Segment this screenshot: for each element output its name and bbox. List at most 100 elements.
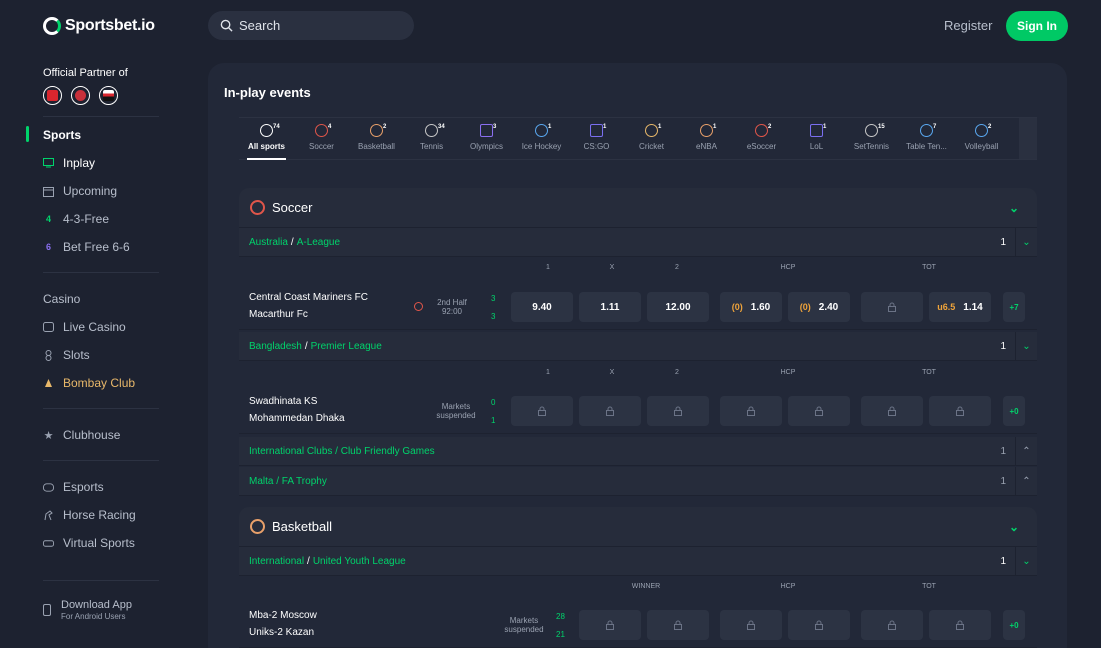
sao-paulo-badge-icon[interactable]	[99, 86, 118, 105]
tab-count: 2	[768, 124, 772, 130]
league-name-link[interactable]: Premier League	[311, 341, 382, 352]
tab-soccer[interactable]: 4 Soccer	[294, 118, 349, 159]
league-region-link[interactable]: Bangladesh	[249, 341, 302, 352]
sportsbet-logo[interactable]: Sportsbet.io	[43, 17, 155, 35]
hcp-odds-home[interactable]: (0) 1.60	[720, 292, 782, 322]
tab-csgo[interactable]: 1 CS:GO	[569, 118, 624, 159]
search-input[interactable]: Search	[208, 11, 414, 40]
sidebar-item-label: Esports	[63, 480, 104, 494]
tab-enba[interactable]: 1 eNBA	[679, 118, 734, 159]
tab-ice-hockey[interactable]: 1 Ice Hockey	[514, 118, 569, 159]
league-region-link[interactable]: International Clubs / Club Friendly Game…	[249, 446, 435, 457]
chevron-down-icon[interactable]: ⌄	[1015, 228, 1037, 256]
event-row[interactable]: Mba-2 Moscow Uniks-2 Kazan Markets suspen…	[239, 602, 1037, 648]
more-markets-button[interactable]: +0	[1003, 610, 1025, 640]
sidebar-item-live-casino[interactable]: Live Casino	[43, 320, 126, 334]
tab-settennis[interactable]: 15 SetTennis	[844, 118, 899, 159]
tab-label: Soccer	[309, 142, 334, 151]
tot-line: u6.5	[937, 302, 956, 312]
sidebar-casino-heading[interactable]: Casino	[43, 292, 80, 306]
chevron-up-icon[interactable]: ⌃	[1015, 437, 1037, 465]
sidebar-item-inplay[interactable]: Inplay	[43, 156, 95, 170]
sign-in-button[interactable]: Sign In	[1006, 11, 1068, 41]
odds-button-locked	[511, 396, 573, 426]
market-header: 2	[675, 369, 679, 376]
more-markets-button[interactable]: +0	[1003, 396, 1025, 426]
tab-table-tennis[interactable]: 7 Table Ten...	[899, 118, 954, 159]
away-team: Uniks-2 Kazan	[249, 627, 315, 638]
event-row[interactable]: Central Coast Mariners FC Macarthur Fc 2…	[239, 284, 1037, 330]
tab-cricket[interactable]: 1 Cricket	[624, 118, 679, 159]
sidebar-item-4-3-free[interactable]: 4 4-3-Free	[43, 212, 109, 226]
away-team: Mohammedan Dhaka	[249, 413, 345, 424]
download-app-link[interactable]: Download App For Android Users	[43, 599, 132, 621]
lock-icon	[674, 620, 682, 630]
more-markets-button[interactable]: +7	[1003, 292, 1025, 322]
six-icon: 6	[45, 242, 51, 252]
league-name-link[interactable]: A-League	[297, 237, 340, 248]
tab-lol[interactable]: 1 LoL	[789, 118, 844, 159]
sidebar-item-virtual-sports[interactable]: Virtual Sports	[43, 536, 135, 550]
lock-icon	[606, 406, 614, 416]
basketball-section: Basketball ⌄	[239, 507, 1037, 547]
section-title: Basketball	[272, 519, 332, 534]
league-region-link[interactable]: International	[249, 556, 304, 567]
register-link[interactable]: Register	[944, 18, 992, 33]
tab-tennis[interactable]: 34 Tennis	[404, 118, 459, 159]
arsenal-badge-icon[interactable]	[43, 86, 62, 105]
soccer-section-header[interactable]: Soccer ⌄	[239, 188, 1037, 228]
tab-volleyball[interactable]: 2 Volleyball	[954, 118, 1009, 159]
basketball-section-header[interactable]: Basketball ⌄	[239, 507, 1037, 547]
chevron-down-icon[interactable]: ⌄	[1009, 201, 1019, 215]
sidebar-item-clubhouse[interactable]: ★ Clubhouse	[43, 428, 121, 442]
tab-all-sports[interactable]: 74 All sports	[239, 118, 294, 160]
sidebar-item-upcoming[interactable]: Upcoming	[43, 184, 117, 198]
odds-button-x[interactable]: 1.11	[579, 292, 641, 322]
horse-icon	[43, 509, 54, 521]
league-region-link[interactable]: Australia	[249, 237, 288, 248]
tot-under-odds[interactable]: u6.5 1.14	[929, 292, 991, 322]
home-team: Swadhinata KS	[249, 396, 318, 407]
tab-olympics[interactable]: 3 Olympics	[459, 118, 514, 159]
league-name-link[interactable]: United Youth League	[313, 556, 406, 567]
lock-icon	[888, 406, 896, 416]
market-header: TOT	[922, 264, 936, 271]
tab-esoccer[interactable]: 2 eSoccer	[734, 118, 789, 159]
southampton-badge-icon[interactable]	[71, 86, 90, 105]
tab-count: 4	[328, 124, 332, 130]
chevron-down-icon[interactable]: ⌄	[1009, 520, 1019, 534]
basketball-icon	[370, 124, 383, 137]
event-row[interactable]: Swadhinata KS Mohammedan Dhaka Markets su…	[239, 388, 1037, 434]
star-icon: ★	[43, 429, 54, 442]
chevron-down-icon[interactable]: ⌄	[1015, 547, 1037, 575]
sidebar-sports-heading[interactable]: Sports	[43, 128, 81, 142]
league-region-link[interactable]: Malta / FA Trophy	[249, 476, 327, 487]
league-row[interactable]: Australia / A-League 1 ⌄	[239, 228, 1037, 257]
league-row[interactable]: Malta / FA Trophy 1 ⌃	[239, 467, 1037, 496]
market-header: HCP	[780, 369, 796, 376]
sidebar-item-label: Clubhouse	[63, 428, 121, 442]
lock-icon	[888, 620, 896, 630]
league-row[interactable]: International Clubs / Club Friendly Game…	[239, 437, 1037, 466]
sidebar-item-horse-racing[interactable]: Horse Racing	[43, 508, 136, 522]
sidebar-item-bet-free-6-6[interactable]: 6 Bet Free 6-6	[43, 240, 130, 254]
tab-label: eNBA	[696, 142, 717, 151]
league-event-count: 1	[1000, 475, 1006, 487]
odds-button-2[interactable]: 12.00	[647, 292, 709, 322]
all-sports-icon	[260, 124, 273, 137]
chevron-up-icon[interactable]: ⌃	[1015, 467, 1037, 495]
sidebar-item-esports[interactable]: Esports	[43, 480, 104, 494]
sidebar-item-bombay-club[interactable]: Bombay Club	[43, 376, 135, 390]
hcp-odds-away[interactable]: (0) 2.40	[788, 292, 850, 322]
league-row[interactable]: Bangladesh / Premier League 1 ⌄	[239, 332, 1037, 361]
odds-value: 12.00	[665, 301, 691, 313]
gamepad-icon	[43, 482, 54, 493]
tab-basketball[interactable]: 2 Basketball	[349, 118, 404, 159]
tot-over-locked	[861, 292, 923, 322]
sidebar-item-slots[interactable]: Slots	[43, 348, 90, 362]
lock-icon	[888, 302, 896, 312]
chevron-down-icon[interactable]: ⌄	[1015, 332, 1037, 360]
csgo-icon	[590, 124, 603, 137]
league-row[interactable]: International / United Youth League 1 ⌄	[239, 547, 1037, 576]
odds-button-1[interactable]: 9.40	[511, 292, 573, 322]
